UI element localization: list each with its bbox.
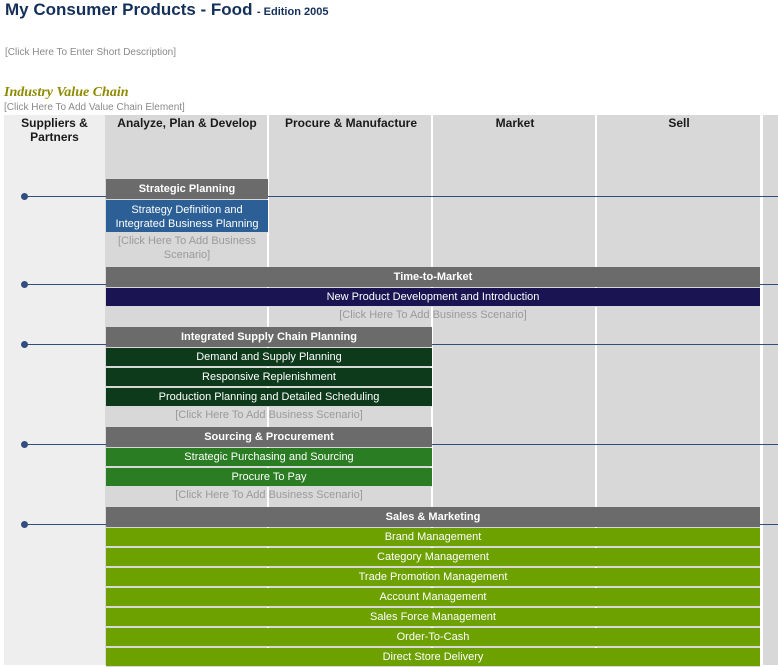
group-header-sales-marketing[interactable]: Sales & Marketing xyxy=(106,507,760,527)
column-header: Market xyxy=(495,116,535,130)
add-business-scenario-link[interactable]: [Click Here To Add Business Scenario] xyxy=(106,488,432,502)
connector-dot xyxy=(21,521,28,528)
connector-dot xyxy=(21,281,28,288)
column-header: Procure & Manufacture xyxy=(284,116,418,130)
add-value-chain-element-link[interactable]: [Click Here To Add Value Chain Element] xyxy=(4,102,185,113)
scenario-category-management[interactable]: Category Management xyxy=(106,548,760,567)
group-header-integrated-supply-chain[interactable]: Integrated Supply Chain Planning xyxy=(106,327,432,347)
add-business-scenario-link[interactable]: [Click Here To Add Business Scenario] xyxy=(106,234,268,262)
column-overflow xyxy=(763,115,778,665)
scenario-demand-supply-planning[interactable]: Demand and Supply Planning xyxy=(106,348,432,367)
column-header: Sell xyxy=(668,116,690,130)
scenario-procure-to-pay[interactable]: Procure To Pay xyxy=(106,468,432,487)
edition-label: - Edition 2005 xyxy=(256,6,329,18)
scenario-brand-management[interactable]: Brand Management xyxy=(106,528,760,547)
page-title: My Consumer Products - Food - Edition 20… xyxy=(5,0,328,20)
scenario-production-planning[interactable]: Production Planning and Detailed Schedul… xyxy=(106,388,432,407)
scenario-new-product-development[interactable]: New Product Development and Introduction xyxy=(106,288,760,307)
column-header: Suppliers & Partners xyxy=(21,116,88,144)
group-header-time-to-market[interactable]: Time-to-Market xyxy=(106,267,760,287)
connector-dot xyxy=(21,441,28,448)
scenario-sales-force-management[interactable]: Sales Force Management xyxy=(106,608,760,627)
column-divider xyxy=(760,115,762,665)
connector-dot xyxy=(21,341,28,348)
add-business-scenario-link[interactable]: [Click Here To Add Business Scenario] xyxy=(106,308,760,322)
page-title-main: My Consumer Products - Food xyxy=(5,0,253,19)
short-description-link[interactable]: [Click Here To Enter Short Description] xyxy=(5,47,176,58)
value-chain-title: Industry Value Chain xyxy=(4,85,129,100)
scenario-strategy-definition[interactable]: Strategy Definition and Integrated Busin… xyxy=(106,200,268,233)
scenario-direct-store-delivery[interactable]: Direct Store Delivery xyxy=(106,648,760,667)
scenario-strategic-purchasing[interactable]: Strategic Purchasing and Sourcing xyxy=(106,448,432,467)
add-business-scenario-link[interactable]: [Click Here To Add Business Scenario] xyxy=(106,408,432,422)
connector-dot xyxy=(21,193,28,200)
column-suppliers: Suppliers & Partners xyxy=(4,115,105,665)
scenario-account-management[interactable]: Account Management xyxy=(106,588,760,607)
column-header: Analyze, Plan & Develop xyxy=(117,116,257,130)
scenario-trade-promotion-management[interactable]: Trade Promotion Management xyxy=(106,568,760,587)
scenario-order-to-cash[interactable]: Order-To-Cash xyxy=(106,628,760,647)
scenario-responsive-replenishment[interactable]: Responsive Replenishment xyxy=(106,368,432,387)
group-header-sourcing-procurement[interactable]: Sourcing & Procurement xyxy=(106,427,432,447)
group-header-strategic-planning[interactable]: Strategic Planning xyxy=(106,179,268,199)
